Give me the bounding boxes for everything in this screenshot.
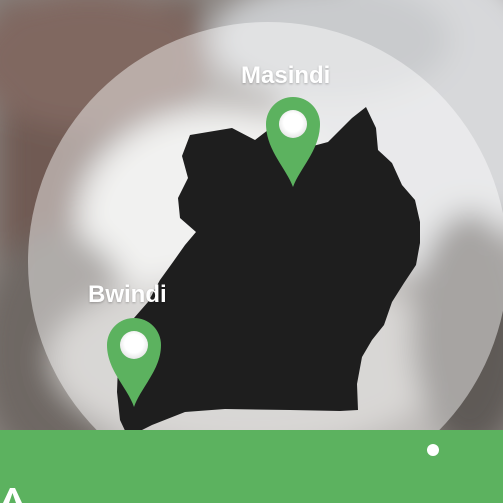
dot-icon bbox=[427, 444, 439, 456]
location-label-masindi: Masindi bbox=[241, 62, 331, 89]
location-label-bwindi: Bwindi bbox=[88, 281, 167, 308]
bottom-bar bbox=[0, 430, 503, 503]
partial-glyph-icon bbox=[3, 488, 22, 503]
